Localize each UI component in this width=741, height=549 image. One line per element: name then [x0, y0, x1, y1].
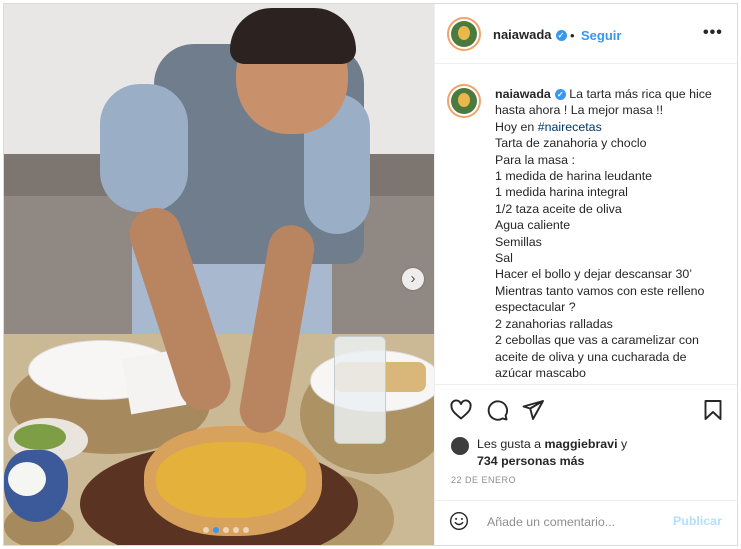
caption-line: azúcar mascabo: [495, 365, 586, 380]
heart-icon[interactable]: [449, 398, 473, 422]
person-sleeve-left: [100, 84, 188, 212]
caption-line: 1 medida de harina leudante: [495, 169, 653, 184]
caption-line: espectacular ?: [495, 300, 576, 315]
username-link[interactable]: naiawada: [493, 27, 552, 42]
header-username-row: naiawada ✓: [493, 27, 567, 42]
caption-line: 2 cebollas que vas a caramelizar con: [495, 333, 699, 348]
comment-input[interactable]: [485, 509, 659, 535]
carousel-indicator: [203, 527, 249, 533]
verified-badge-icon: ✓: [554, 89, 566, 101]
caption-line: aceite de oliva y una cucharada de: [495, 349, 687, 364]
post-actions: Les gusta a maggiebravi y 734 personas m…: [435, 384, 737, 504]
caption-line: hasta ahora ! La mejor masa !!: [495, 103, 664, 118]
caption-line: Sal: [495, 251, 513, 266]
avatar-image: [451, 88, 477, 114]
avatar[interactable]: [447, 17, 481, 51]
caption-line: La tarta más rica que hice: [569, 87, 712, 101]
chevron-right-icon[interactable]: ›: [402, 268, 424, 290]
carousel-dot: [233, 527, 239, 533]
white-bowl-content: [8, 462, 46, 496]
bookmark-icon[interactable]: [701, 398, 725, 422]
comment-bar: Publicar: [435, 500, 737, 545]
liker-avatar[interactable]: [451, 437, 469, 455]
caption-line: Hacer el bollo y dejar descansar 30’: [495, 267, 692, 282]
caption-text: naiawada ✓ La tarta más rica que hice has…: [495, 86, 727, 381]
caption-line: Tarta de zanahoria y choclo: [495, 136, 647, 151]
separator-dot: •: [570, 28, 575, 43]
post-side-panel: naiawada ✓ • Seguir ••• naiawada ✓ La tart…: [434, 4, 737, 545]
tart-filling: [156, 442, 306, 518]
verified-badge-icon: ✓: [555, 30, 567, 42]
caption-avatar[interactable]: [447, 84, 481, 118]
comment-icon[interactable]: [485, 398, 509, 422]
follow-button[interactable]: Seguir: [581, 28, 621, 43]
more-options-icon[interactable]: •••: [703, 24, 723, 42]
post-date[interactable]: 22 DE ENERO: [451, 475, 516, 485]
person-hair: [230, 8, 356, 64]
liker-username[interactable]: maggiebravi: [545, 437, 618, 451]
caption-username[interactable]: naiawada: [495, 87, 551, 101]
smiley-icon[interactable]: [449, 511, 469, 531]
caption-area: naiawada ✓ La tarta más rica que hice has…: [435, 64, 737, 384]
instagram-post: › naiawada ✓ • Seguir ••• naiawada ✓ La …: [3, 3, 738, 546]
carousel-dot: [223, 527, 229, 533]
caption-first-line: naiawada ✓ La tarta más rica que hice: [495, 86, 727, 102]
caption-line-hashtag: Hoy en #nairecetas: [495, 119, 602, 134]
carousel-dot: [203, 527, 209, 533]
likes-suffix: y: [617, 437, 628, 451]
caption-line: 1 medida harina integral: [495, 185, 628, 200]
caption-line: 2 zanahorias ralladas: [495, 316, 613, 331]
caption-line: Mientras tanto vamos con este relleno: [495, 283, 705, 298]
likes-line: Les gusta a maggiebravi y: [477, 437, 627, 451]
caption-line: Para la masa :: [495, 152, 575, 167]
post-header: naiawada ✓ • Seguir •••: [435, 4, 737, 64]
water-glass: [334, 336, 386, 444]
post-photo[interactable]: ›: [4, 4, 434, 545]
likes-count[interactable]: 734 personas más: [477, 454, 584, 468]
likes-prefix: Les gusta a: [477, 437, 545, 451]
hashtag-link[interactable]: #nairecetas: [538, 120, 602, 134]
greens-dish: [14, 424, 66, 450]
publish-button[interactable]: Publicar: [673, 514, 722, 528]
caption-line: 1/2 taza aceite de oliva: [495, 201, 622, 216]
caption-line: Agua caliente: [495, 218, 571, 233]
paper-plane-icon[interactable]: [521, 398, 545, 422]
avatar-image: [451, 21, 477, 47]
carousel-dot: [243, 527, 249, 533]
caption-line: Semillas: [495, 234, 542, 249]
carousel-dot-active: [213, 527, 219, 533]
